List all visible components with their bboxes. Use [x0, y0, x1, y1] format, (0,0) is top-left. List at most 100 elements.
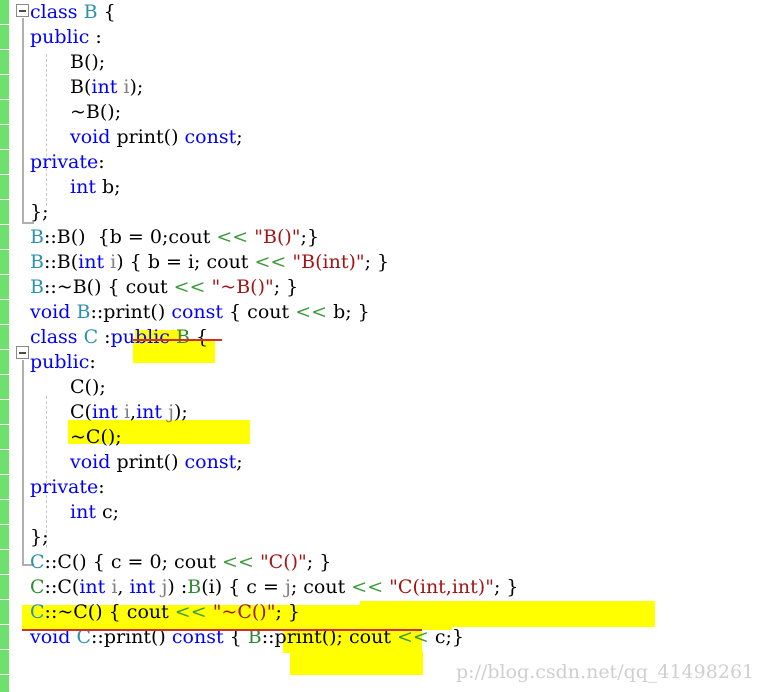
token: public: [30, 26, 90, 48]
token: C(: [70, 401, 92, 423]
code-line[interactable]: ~B();: [0, 100, 771, 125]
code-line-text: class B {: [30, 0, 116, 25]
token: ; }: [275, 601, 300, 623]
token: int: [136, 401, 163, 423]
token: b;: [95, 176, 121, 198]
token: const: [171, 301, 224, 323]
token: ::B() {b = 0;cout: [43, 226, 217, 248]
code-line[interactable]: void B::print() const { cout << b; }: [0, 300, 771, 325]
code-line[interactable]: class C :public B {: [0, 325, 771, 350]
underline-print-const: [133, 339, 222, 341]
token: ::print(): [90, 301, 172, 323]
token: C();: [70, 376, 106, 398]
token: print(): [110, 451, 185, 473]
token: const: [184, 126, 237, 148]
code-line-text: class C :public B {: [30, 325, 208, 350]
code-line[interactable]: C::C() { c = 0; cout << "C()"; }: [0, 550, 771, 575]
token: { cout: [223, 301, 296, 323]
token: <<: [222, 551, 254, 573]
token: ; }: [493, 576, 519, 598]
code-line-text: C::C() { c = 0; cout << "C()"; }: [30, 550, 331, 575]
token: ; }: [273, 276, 299, 298]
code-line[interactable]: B();: [0, 50, 771, 75]
token: ;: [236, 126, 243, 148]
token: ::C() { c = 0; cout: [44, 551, 223, 573]
token: "C()": [259, 551, 307, 573]
token: B: [176, 326, 190, 348]
token: private: [30, 151, 99, 173]
token: class: [30, 326, 78, 348]
code-line[interactable]: B::B() {b = 0;cout << "B()";}: [0, 225, 771, 250]
code-line[interactable]: C();: [0, 375, 771, 400]
code-line-text: C::~C() { cout << "~C()"; }: [30, 600, 300, 625]
token: class: [30, 1, 78, 23]
code-line[interactable]: ~C();: [0, 425, 771, 450]
fold-toggle-class-b[interactable]: [16, 4, 29, 17]
code-line[interactable]: public :: [0, 25, 771, 50]
token: const: [184, 451, 237, 473]
code-line[interactable]: private:: [0, 475, 771, 500]
token: ;}: [300, 226, 320, 248]
token: int: [79, 576, 106, 598]
token: int: [129, 576, 156, 598]
code-lines[interactable]: class B {public : B(); B(int i); ~B(); void …: [0, 0, 771, 692]
code-line-text: ~C();: [70, 425, 122, 450]
code-line[interactable]: B::B(int i) { b = i; cout << "B(int)"; }: [0, 250, 771, 275]
fold-toggle-class-c[interactable]: [16, 346, 29, 359]
token: B: [30, 276, 44, 298]
token: "~C()": [212, 601, 276, 623]
token: };: [30, 201, 49, 223]
code-line-text: public:: [30, 350, 96, 375]
token: (i) { c =: [201, 576, 285, 598]
token: :: [98, 476, 105, 498]
code-line-text: int c;: [70, 500, 119, 525]
token: );: [129, 76, 144, 98]
token: :: [98, 151, 105, 173]
token: );: [173, 401, 188, 423]
token: <<: [174, 601, 207, 623]
token: B();: [70, 51, 106, 73]
code-line-text: C();: [70, 375, 106, 400]
token: {: [189, 326, 209, 348]
token: void: [30, 301, 71, 323]
code-line[interactable]: void print() const;: [0, 125, 771, 150]
token: C: [83, 326, 99, 348]
token: B: [30, 226, 44, 248]
code-line[interactable]: };: [0, 525, 771, 550]
token: :: [98, 326, 111, 348]
code-line-text: void print() const;: [70, 125, 243, 150]
code-line[interactable]: C(int i,int j);: [0, 400, 771, 425]
token: <<: [254, 251, 287, 273]
token: C: [30, 576, 45, 598]
token: ;: [236, 451, 243, 473]
token: B: [83, 1, 98, 23]
code-line-text: private:: [30, 150, 105, 175]
token: int: [70, 501, 96, 523]
token: ::~B() { cout: [43, 276, 174, 298]
underline-c-ctor: [22, 629, 422, 631]
token: ) :: [167, 576, 188, 598]
token: c;: [95, 501, 120, 523]
code-line[interactable]: };: [0, 200, 771, 225]
code-line[interactable]: void print() const;: [0, 450, 771, 475]
code-line[interactable]: B(int i);: [0, 75, 771, 100]
code-line[interactable]: int c;: [0, 500, 771, 525]
token: c;}: [428, 626, 465, 648]
code-line[interactable]: C::~C() { cout << "~C()"; }: [0, 600, 771, 625]
code-line[interactable]: C::C(int i, int j) :B(i) { c = j; cout <…: [0, 575, 771, 600]
code-line-text: B();: [70, 50, 105, 75]
code-line-text: B(int i);: [70, 75, 143, 100]
code-editor[interactable]: class B {public : B(); B(int i); ~B(); void …: [0, 0, 771, 692]
code-line[interactable]: B::~B() { cout << "~B()"; }: [0, 275, 771, 300]
token: ; cout: [290, 576, 352, 598]
token: private: [30, 476, 99, 498]
token: b; }: [327, 301, 370, 323]
token: "B(int)": [292, 251, 365, 273]
code-line[interactable]: public:: [0, 350, 771, 375]
token: ,: [117, 576, 130, 598]
token: ) { b = i; cout: [116, 251, 255, 273]
code-line[interactable]: class B {: [0, 0, 771, 25]
token: C: [30, 551, 45, 573]
code-line[interactable]: private:: [0, 150, 771, 175]
code-line[interactable]: int b;: [0, 175, 771, 200]
